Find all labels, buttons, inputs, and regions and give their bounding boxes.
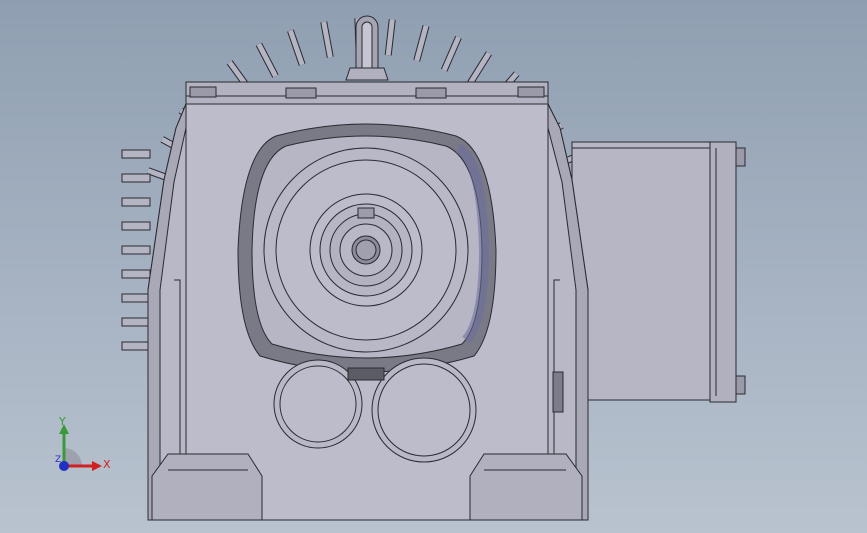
cooling-fin [441, 36, 461, 72]
cooling-fin [121, 293, 151, 303]
cooling-fin [256, 43, 278, 78]
cooling-fin [321, 21, 333, 58]
lifting-eye [345, 15, 389, 81]
y-axis-label: Y [59, 415, 66, 428]
cooling-fin [121, 197, 151, 207]
z-axis-label: Z [55, 455, 62, 465]
cooling-fin [121, 221, 151, 231]
cooling-fin [288, 29, 305, 66]
cooling-fin [121, 341, 151, 351]
cooling-fin [121, 245, 151, 255]
x-axis-label: X [103, 458, 111, 471]
motor-adapter [571, 141, 746, 403]
view-orientation-triad: Y X Z [48, 412, 118, 482]
graphics-viewport[interactable]: Y X Z [0, 0, 867, 533]
cooling-fin [121, 149, 151, 159]
cooling-fin [121, 269, 151, 279]
cooling-fin [467, 51, 492, 86]
gear-reducer-model[interactable] [0, 0, 867, 533]
cooling-fin [121, 173, 151, 183]
cooling-fin [121, 317, 151, 327]
bearing-cover [237, 123, 497, 373]
